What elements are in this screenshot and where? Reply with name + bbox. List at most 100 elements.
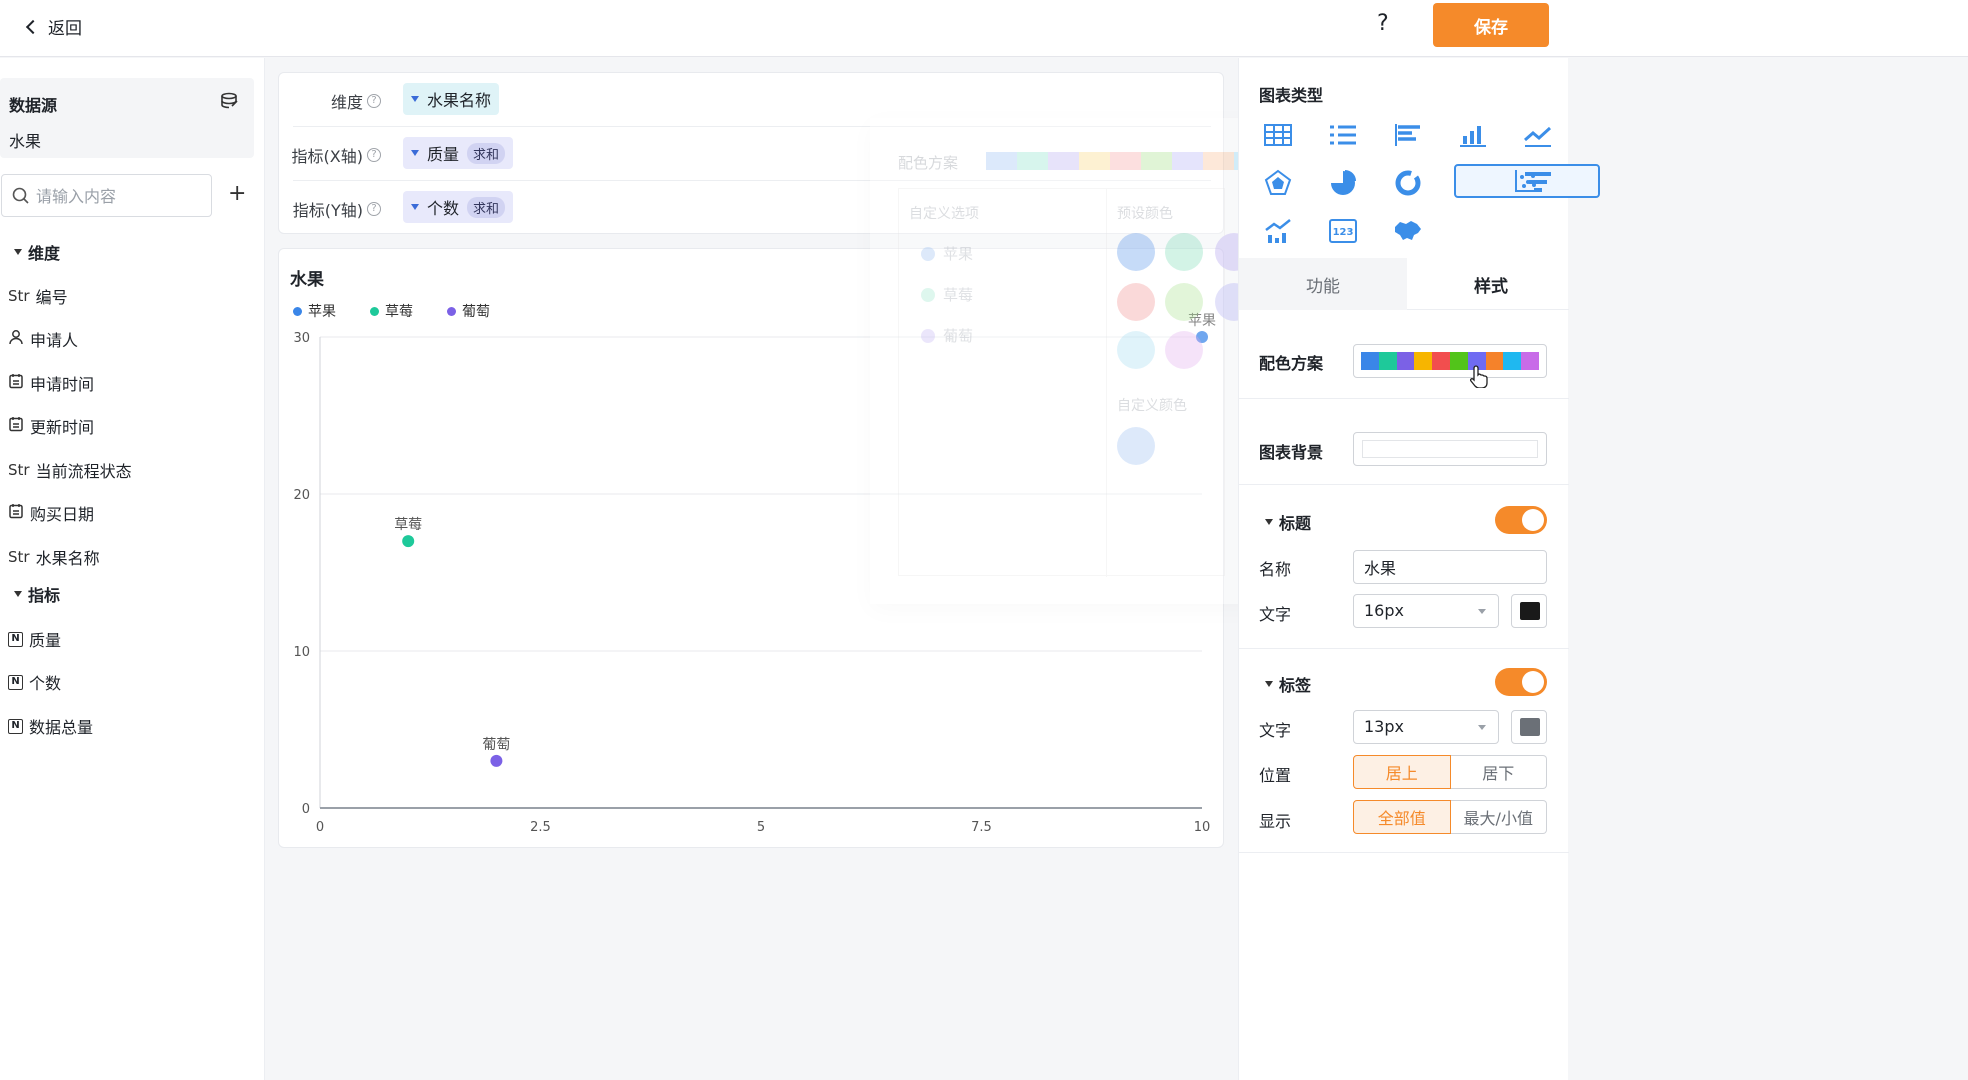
add-field-icon[interactable]: + bbox=[228, 183, 246, 205]
dimensions-section-header[interactable]: 维度 bbox=[14, 240, 60, 264]
dimension-row: 维度 ? 水果名称 bbox=[293, 73, 1211, 127]
field-name: 购买日期 bbox=[30, 505, 95, 524]
help-button[interactable]: ? bbox=[1377, 11, 1389, 36]
label-font-color-picker[interactable] bbox=[1511, 710, 1547, 744]
map-icon[interactable] bbox=[1389, 212, 1427, 250]
label-group-header[interactable]: 标签 bbox=[1265, 672, 1311, 696]
label-group-label: 标签 bbox=[1279, 676, 1312, 695]
horizontal-bar-icon[interactable] bbox=[1389, 116, 1427, 154]
yaxis-field-pill[interactable]: 个数 求和 bbox=[403, 191, 514, 223]
dimension-field-item[interactable]: 申请人 bbox=[8, 327, 78, 351]
search-input[interactable] bbox=[36, 183, 206, 209]
string-type-icon: Str bbox=[8, 287, 30, 305]
dimension-field-item[interactable]: 申请时间 bbox=[8, 371, 94, 395]
legend-item[interactable]: 苹果 bbox=[293, 301, 336, 321]
label-toggle[interactable] bbox=[1495, 668, 1547, 696]
title-font-size-select[interactable]: 16px bbox=[1353, 594, 1499, 628]
caret-down-icon[interactable] bbox=[411, 150, 419, 156]
scatter-point[interactable] bbox=[490, 754, 503, 767]
scatter-point[interactable] bbox=[402, 535, 415, 548]
title-group-header[interactable]: 标题 bbox=[1265, 510, 1311, 534]
aggregation-badge[interactable]: 求和 bbox=[467, 196, 506, 218]
y-tick-label: 20 bbox=[293, 488, 310, 503]
title-font-label: 文字 bbox=[1259, 605, 1292, 624]
dimension-field-item[interactable]: Str 当前流程状态 bbox=[8, 458, 132, 482]
metrics-section-header[interactable]: 指标 bbox=[14, 582, 60, 606]
aggregation-badge[interactable]: 求和 bbox=[467, 142, 506, 164]
dimension-field-item[interactable]: Str 编号 bbox=[8, 284, 68, 308]
datasource-card[interactable]: 数据源 水果 bbox=[0, 78, 254, 158]
x-tick-label: 0 bbox=[316, 820, 324, 835]
scatter-point[interactable] bbox=[1196, 331, 1208, 343]
caret-down-icon[interactable] bbox=[411, 96, 419, 102]
caret-down-icon bbox=[14, 249, 22, 255]
calendar-icon bbox=[8, 416, 24, 436]
label-font-label: 文字 bbox=[1259, 721, 1292, 740]
display-minmax-option[interactable]: 最大/小值 bbox=[1450, 800, 1547, 834]
chart-bg-picker[interactable] bbox=[1353, 432, 1547, 466]
metrics-title: 指标 bbox=[28, 586, 61, 605]
radar-icon[interactable] bbox=[1259, 164, 1297, 202]
legend-item[interactable]: 葡萄 bbox=[447, 301, 490, 321]
back-label: 返回 bbox=[48, 19, 82, 39]
search-box[interactable] bbox=[1, 174, 212, 217]
palette-color-swatch bbox=[1396, 352, 1415, 370]
field-name: 编号 bbox=[35, 288, 68, 307]
dimensions-title: 维度 bbox=[28, 244, 61, 263]
yaxis-field-name: 个数 bbox=[427, 199, 460, 218]
save-button[interactable]: 保存 bbox=[1433, 3, 1549, 47]
xaxis-field-pill[interactable]: 质量 求和 bbox=[403, 137, 514, 169]
datasource-title: 数据源 bbox=[9, 96, 58, 115]
caret-down-icon[interactable] bbox=[411, 204, 419, 210]
pie-icon[interactable] bbox=[1324, 164, 1362, 202]
display-label: 显示 bbox=[1259, 812, 1292, 831]
tab-function[interactable]: 功能 bbox=[1239, 258, 1407, 310]
xaxis-field-name: 质量 bbox=[427, 145, 460, 164]
legend-item[interactable]: 草莓 bbox=[370, 301, 413, 321]
title-font-size-value: 16px bbox=[1364, 601, 1404, 620]
funnel-icon[interactable] bbox=[1519, 164, 1557, 202]
dimension-field-item[interactable]: 更新时间 bbox=[8, 414, 94, 438]
palette-color-swatch bbox=[1414, 352, 1433, 370]
dimension-field-item[interactable]: 购买日期 bbox=[8, 501, 94, 525]
title-group-label: 标题 bbox=[1279, 514, 1312, 533]
dimension-field-item[interactable]: Str 水果名称 bbox=[8, 545, 100, 569]
label-font-size-select[interactable]: 13px bbox=[1353, 710, 1499, 744]
back-button[interactable]: 返回 bbox=[25, 14, 82, 39]
metric-field-item[interactable]: N 个数 bbox=[8, 670, 61, 694]
palette-color-swatch bbox=[1485, 352, 1504, 370]
line-chart-icon[interactable] bbox=[1519, 116, 1557, 154]
display-all-option[interactable]: 全部值 bbox=[1353, 800, 1451, 834]
bar-chart-icon[interactable] bbox=[1454, 116, 1492, 154]
database-icon[interactable] bbox=[220, 92, 240, 114]
divider bbox=[1239, 398, 1569, 399]
table-icon[interactable] bbox=[1259, 116, 1297, 154]
dimension-field-pill[interactable]: 水果名称 bbox=[403, 83, 500, 115]
donut-icon[interactable] bbox=[1389, 164, 1427, 202]
list-icon[interactable] bbox=[1324, 116, 1362, 154]
number-type-icon: N bbox=[8, 718, 23, 734]
chart-title: 水果 bbox=[290, 270, 324, 290]
label-font-size-value: 13px bbox=[1364, 717, 1404, 736]
number-card-icon[interactable]: 123 bbox=[1324, 212, 1362, 250]
color-scheme-select[interactable] bbox=[1353, 344, 1547, 378]
chart-bg-label: 图表背景 bbox=[1259, 443, 1324, 462]
position-top-option[interactable]: 居上 bbox=[1353, 755, 1451, 789]
combo-chart-icon[interactable] bbox=[1259, 212, 1297, 250]
help-circle-icon[interactable]: ? bbox=[367, 94, 381, 108]
datasource-name: 水果 bbox=[9, 132, 42, 151]
title-name-input[interactable] bbox=[1353, 550, 1547, 584]
metric-field-item[interactable]: N 质量 bbox=[8, 627, 61, 651]
legend-label: 葡萄 bbox=[462, 304, 490, 320]
style-panel: 图表类型 123 功能 样式 配色方案 图表背景 标题 名称 水果 文字 16p… bbox=[1238, 58, 1600, 1080]
dimension-field-name: 水果名称 bbox=[427, 91, 492, 110]
help-circle-icon[interactable]: ? bbox=[367, 202, 381, 216]
position-bottom-option[interactable]: 居下 bbox=[1450, 755, 1547, 789]
help-circle-icon[interactable]: ? bbox=[367, 148, 381, 162]
metric-field-item[interactable]: N 数据总量 bbox=[8, 714, 93, 738]
title-font-color-picker[interactable] bbox=[1511, 594, 1547, 628]
title-toggle[interactable] bbox=[1495, 506, 1547, 534]
xaxis-label: 指标(X轴) ? bbox=[292, 143, 381, 167]
tab-style[interactable]: 样式 bbox=[1407, 258, 1575, 310]
caret-down-icon bbox=[14, 591, 22, 597]
